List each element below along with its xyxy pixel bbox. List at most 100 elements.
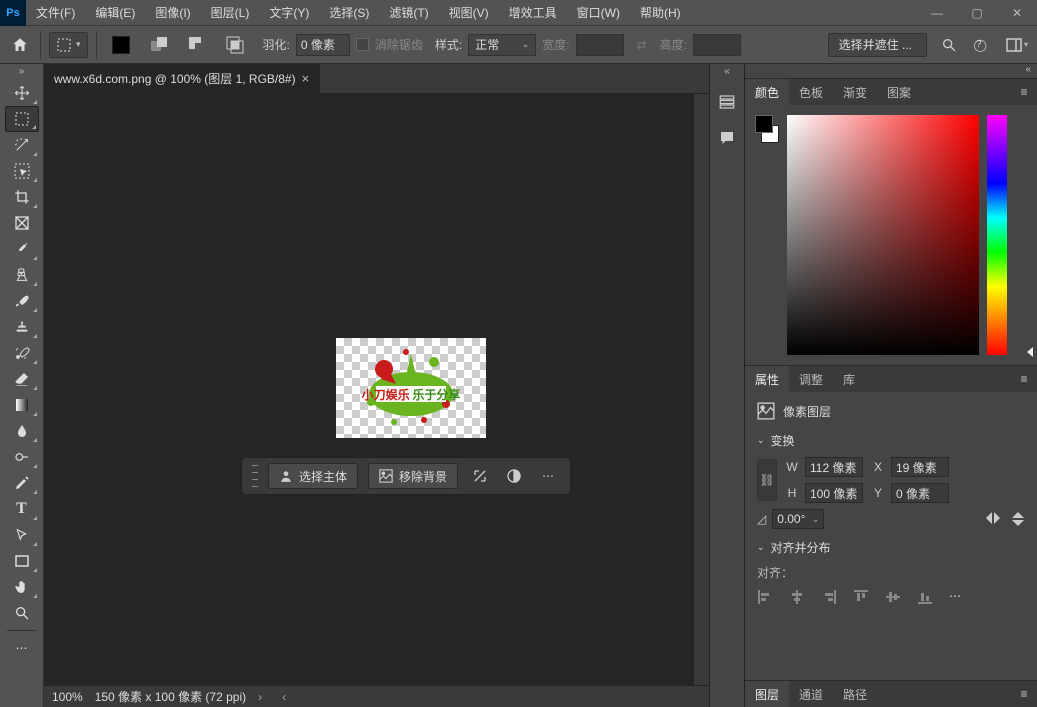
tab-libraries[interactable]: 库 [833, 366, 865, 392]
canvas[interactable]: 小刀娱乐 乐于分享 [336, 338, 486, 438]
align-hcenter-icon[interactable] [789, 589, 805, 605]
menu-layer[interactable]: 图层(L) [201, 0, 260, 25]
adjustment-icon[interactable] [502, 468, 526, 484]
menu-window[interactable]: 窗口(W) [567, 0, 630, 25]
style-select[interactable]: 正常⌄ [468, 34, 536, 56]
zoom-level[interactable]: 100% [52, 690, 83, 704]
maximize-button[interactable]: ▢ [957, 0, 997, 26]
tab-properties[interactable]: 属性 [745, 366, 789, 392]
menu-image[interactable]: 图像(I) [145, 0, 200, 25]
y-input[interactable] [891, 483, 949, 503]
workspace-icon[interactable]: ▾ [1005, 33, 1029, 57]
history-panel-icon[interactable] [713, 88, 741, 116]
align-right-icon[interactable] [821, 589, 837, 605]
hand-tool[interactable] [5, 574, 39, 600]
more-tools[interactable]: ⋯ [5, 635, 39, 661]
align-vcenter-icon[interactable] [885, 589, 901, 605]
flip-vertical-icon[interactable] [1011, 511, 1025, 527]
feather-input[interactable] [296, 34, 350, 56]
move-tool[interactable] [5, 80, 39, 106]
close-tab-icon[interactable]: × [302, 71, 310, 86]
dock-collapse-icon[interactable]: « [710, 66, 744, 80]
help-icon[interactable]: ◯? [971, 33, 995, 57]
vertical-scrollbar[interactable] [693, 94, 709, 685]
home-icon[interactable] [8, 33, 32, 57]
doc-info[interactable]: 150 像素 x 100 像素 (72 ppi) [95, 688, 246, 705]
doc-info-caret-icon[interactable]: › [258, 690, 262, 704]
brush-tool[interactable] [5, 288, 39, 314]
tab-channels[interactable]: 通道 [789, 681, 833, 707]
selection-subtract-button[interactable] [181, 32, 213, 58]
path-select-tool[interactable] [5, 522, 39, 548]
align-section-toggle[interactable]: ⌄对齐并分布 [757, 539, 1025, 556]
marquee-shape-button[interactable]: ▾ [49, 32, 88, 58]
gradient-tool[interactable] [5, 392, 39, 418]
flip-horizontal-icon[interactable] [985, 511, 1001, 527]
menu-edit[interactable]: 编辑(E) [85, 0, 145, 25]
width-input[interactable] [805, 457, 863, 477]
menu-type[interactable]: 文字(Y) [259, 0, 319, 25]
frame-tool[interactable] [5, 210, 39, 236]
healing-brush-tool[interactable] [5, 262, 39, 288]
chevron-left-icon[interactable]: ‹ [282, 690, 286, 704]
remove-background-button[interactable]: 移除背景 [368, 463, 458, 489]
angle-input[interactable]: 0.00°⌄ [772, 509, 824, 529]
align-more-icon[interactable]: ⋯ [949, 589, 961, 605]
hue-slider[interactable] [987, 115, 1007, 355]
select-and-mask-button[interactable]: 选择并遮住 ... [828, 33, 927, 57]
tools-expand-icon[interactable]: » [0, 66, 43, 80]
rectangle-tool[interactable] [5, 548, 39, 574]
menu-filter[interactable]: 滤镜(T) [379, 0, 438, 25]
panel-menu-icon[interactable]: ≡ [1011, 85, 1037, 99]
tab-adjustments[interactable]: 调整 [789, 366, 833, 392]
crop-tool[interactable] [5, 184, 39, 210]
document-tab[interactable]: www.x6d.com.png @ 100% (图层 1, RGB/8#) × [44, 64, 320, 94]
select-subject-button[interactable]: 选择主体 [268, 463, 358, 489]
tab-layers[interactable]: 图层 [745, 681, 789, 707]
fg-bg-swatches[interactable] [755, 115, 779, 143]
menu-plugin[interactable]: 增效工具 [499, 0, 567, 25]
tab-gradients[interactable]: 渐变 [833, 79, 877, 105]
more-icon[interactable]: ⋯ [536, 469, 560, 483]
close-button[interactable]: ✕ [997, 0, 1037, 26]
clone-stamp-tool[interactable] [5, 314, 39, 340]
tab-paths[interactable]: 路径 [833, 681, 877, 707]
selection-add-button[interactable] [143, 32, 175, 58]
menu-select[interactable]: 选择(S) [319, 0, 379, 25]
menu-help[interactable]: 帮助(H) [630, 0, 691, 25]
zoom-tool[interactable] [5, 600, 39, 626]
x-input[interactable] [891, 457, 949, 477]
selection-new-button[interactable] [105, 32, 137, 58]
comment-panel-icon[interactable] [713, 124, 741, 152]
tab-color[interactable]: 颜色 [745, 79, 789, 105]
panel-menu-icon[interactable]: ≡ [1011, 372, 1037, 386]
menu-view[interactable]: 视图(V) [439, 0, 499, 25]
object-select-tool[interactable] [5, 158, 39, 184]
panels-collapse-icon[interactable]: « [745, 64, 1037, 78]
selection-intersect-button[interactable] [219, 32, 251, 58]
type-tool[interactable]: T [5, 496, 39, 522]
marquee-tool[interactable] [5, 106, 39, 132]
search-icon[interactable] [937, 33, 961, 57]
align-left-icon[interactable] [757, 589, 773, 605]
minimize-button[interactable]: — [917, 0, 957, 26]
transform-section-toggle[interactable]: ⌄变换 [757, 432, 1025, 449]
history-brush-tool[interactable] [5, 340, 39, 366]
align-bottom-icon[interactable] [917, 589, 933, 605]
fg-swatch[interactable] [755, 115, 773, 133]
drag-handle-icon[interactable] [252, 465, 258, 487]
eyedropper-tool[interactable] [5, 236, 39, 262]
dodge-tool[interactable] [5, 444, 39, 470]
pen-tool[interactable] [5, 470, 39, 496]
eraser-tool[interactable] [5, 366, 39, 392]
canvas-viewport[interactable]: 小刀娱乐 乐于分享 选择主体 移除背景 ⋯ [44, 94, 709, 685]
magic-wand-tool[interactable] [5, 132, 39, 158]
tab-patterns[interactable]: 图案 [877, 79, 921, 105]
align-top-icon[interactable] [853, 589, 869, 605]
transform-icon[interactable] [468, 468, 492, 484]
contextual-task-bar[interactable]: 选择主体 移除背景 ⋯ [241, 457, 571, 495]
tab-swatches[interactable]: 色板 [789, 79, 833, 105]
panel-menu-icon[interactable]: ≡ [1011, 687, 1037, 701]
blur-tool[interactable] [5, 418, 39, 444]
link-wh-icon[interactable]: ⛓ [757, 459, 777, 501]
